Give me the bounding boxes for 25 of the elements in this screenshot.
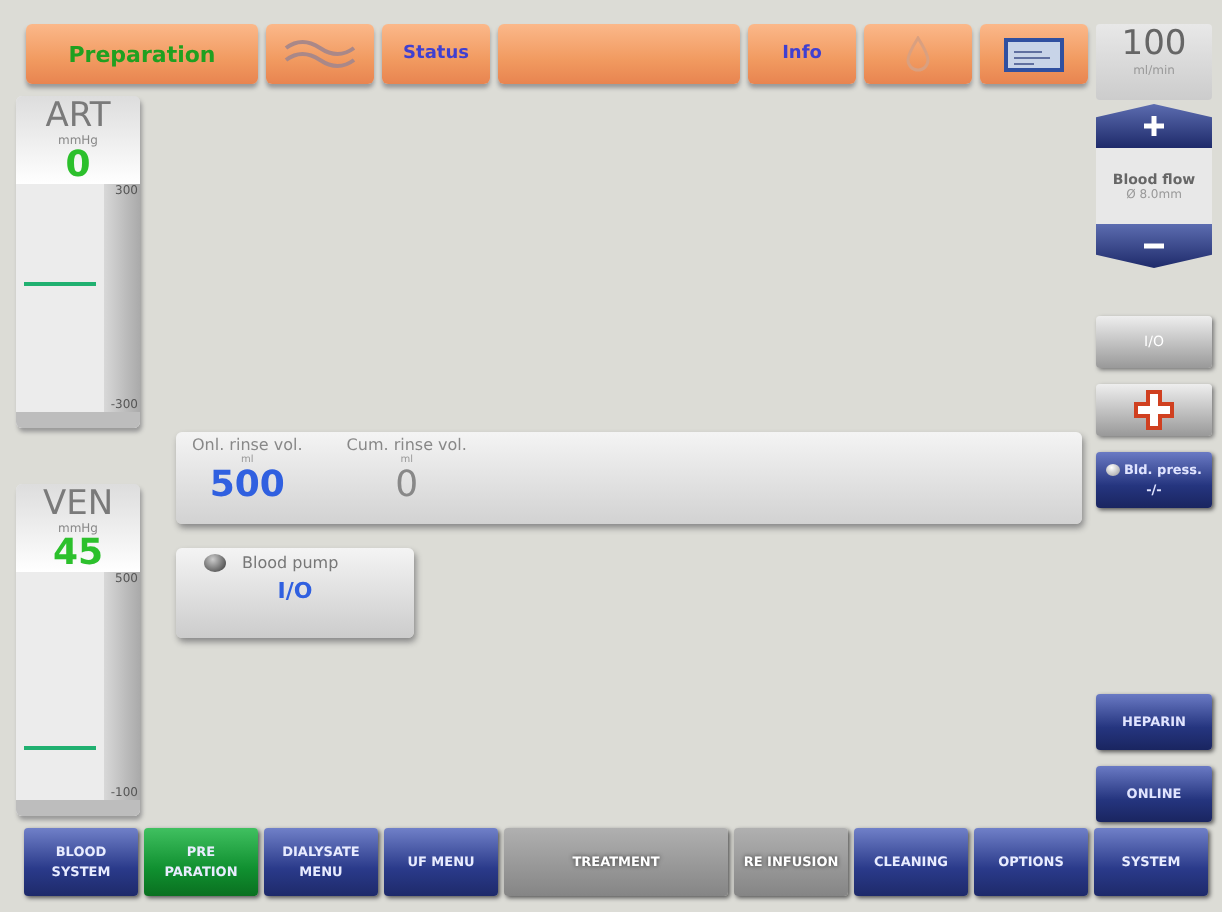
rinse-value: 0 [395, 466, 419, 504]
blood-flow-value: 100 [1121, 24, 1187, 64]
screen-icon [1004, 36, 1064, 72]
rinse-label: Cum. rinse vol. [346, 436, 467, 454]
pump-label: Blood pump [242, 554, 339, 572]
status-button[interactable]: Status [382, 24, 490, 84]
decrease-button[interactable] [1096, 224, 1212, 268]
gauge-value: 45 [52, 536, 104, 572]
gauge-value: 0 [65, 148, 91, 184]
plus-icon [1142, 114, 1166, 138]
gauge-label: VEN [42, 488, 114, 522]
drop-icon [906, 36, 930, 72]
increase-button[interactable] [1096, 104, 1212, 148]
minus-icon [1142, 242, 1166, 250]
screen-button[interactable] [980, 24, 1088, 84]
gauge-label: ART [45, 100, 111, 134]
blood-pump-button[interactable]: Blood pump I/O [176, 548, 414, 638]
indicator-icon [1105, 464, 1120, 476]
rinse-value: 500 [209, 466, 285, 504]
pump-value: I/O [277, 578, 313, 604]
waves-icon [284, 38, 356, 70]
cross-icon [1134, 390, 1174, 430]
first-aid-button[interactable] [1096, 384, 1212, 436]
info-button[interactable]: Info [748, 24, 856, 84]
rinse-label: Onl. rinse vol. [192, 436, 303, 454]
